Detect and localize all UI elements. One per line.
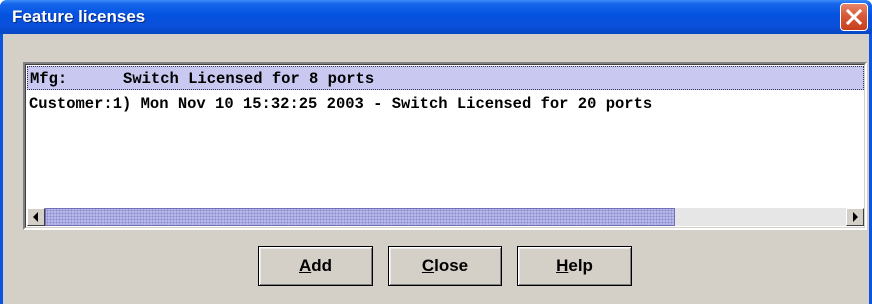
scroll-thumb[interactable] bbox=[45, 208, 675, 226]
scroll-left-button[interactable] bbox=[27, 208, 45, 226]
add-button-label: dd bbox=[311, 256, 333, 275]
list-item-mfg[interactable]: Mfg: Switch Licensed for 8 ports bbox=[27, 66, 864, 90]
help-button-mnemonic: H bbox=[556, 256, 569, 275]
feature-licenses-dialog: Feature licenses Mfg: Switch Licensed fo… bbox=[0, 0, 872, 304]
button-row: Add Close Help bbox=[3, 244, 869, 288]
close-button[interactable]: Close bbox=[388, 246, 502, 286]
window-title: Feature licenses bbox=[12, 7, 146, 26]
title-bar[interactable]: Feature licenses bbox=[0, 0, 872, 34]
help-button[interactable]: Help bbox=[517, 246, 632, 286]
help-button-label: elp bbox=[568, 256, 593, 275]
license-list[interactable]: Mfg: Switch Licensed for 8 ports Custome… bbox=[23, 62, 867, 230]
close-button-label: lose bbox=[434, 256, 469, 275]
horizontal-scrollbar[interactable] bbox=[27, 208, 864, 226]
scroll-right-button[interactable] bbox=[846, 208, 864, 226]
list-item-customer[interactable]: Customer:1) Mon Nov 10 15:32:25 2003 - S… bbox=[27, 92, 652, 116]
close-window-button[interactable] bbox=[840, 3, 868, 31]
add-button[interactable]: Add bbox=[258, 246, 373, 286]
arrow-left-icon bbox=[33, 212, 38, 222]
arrow-right-icon bbox=[853, 212, 858, 222]
close-button-mnemonic: C bbox=[421, 256, 435, 275]
dialog-body: Mfg: Switch Licensed for 8 ports Custome… bbox=[3, 34, 869, 304]
add-button-mnemonic: A bbox=[298, 256, 312, 275]
license-list-viewport: Mfg: Switch Licensed for 8 ports Custome… bbox=[25, 64, 865, 228]
close-x-icon bbox=[846, 9, 862, 25]
